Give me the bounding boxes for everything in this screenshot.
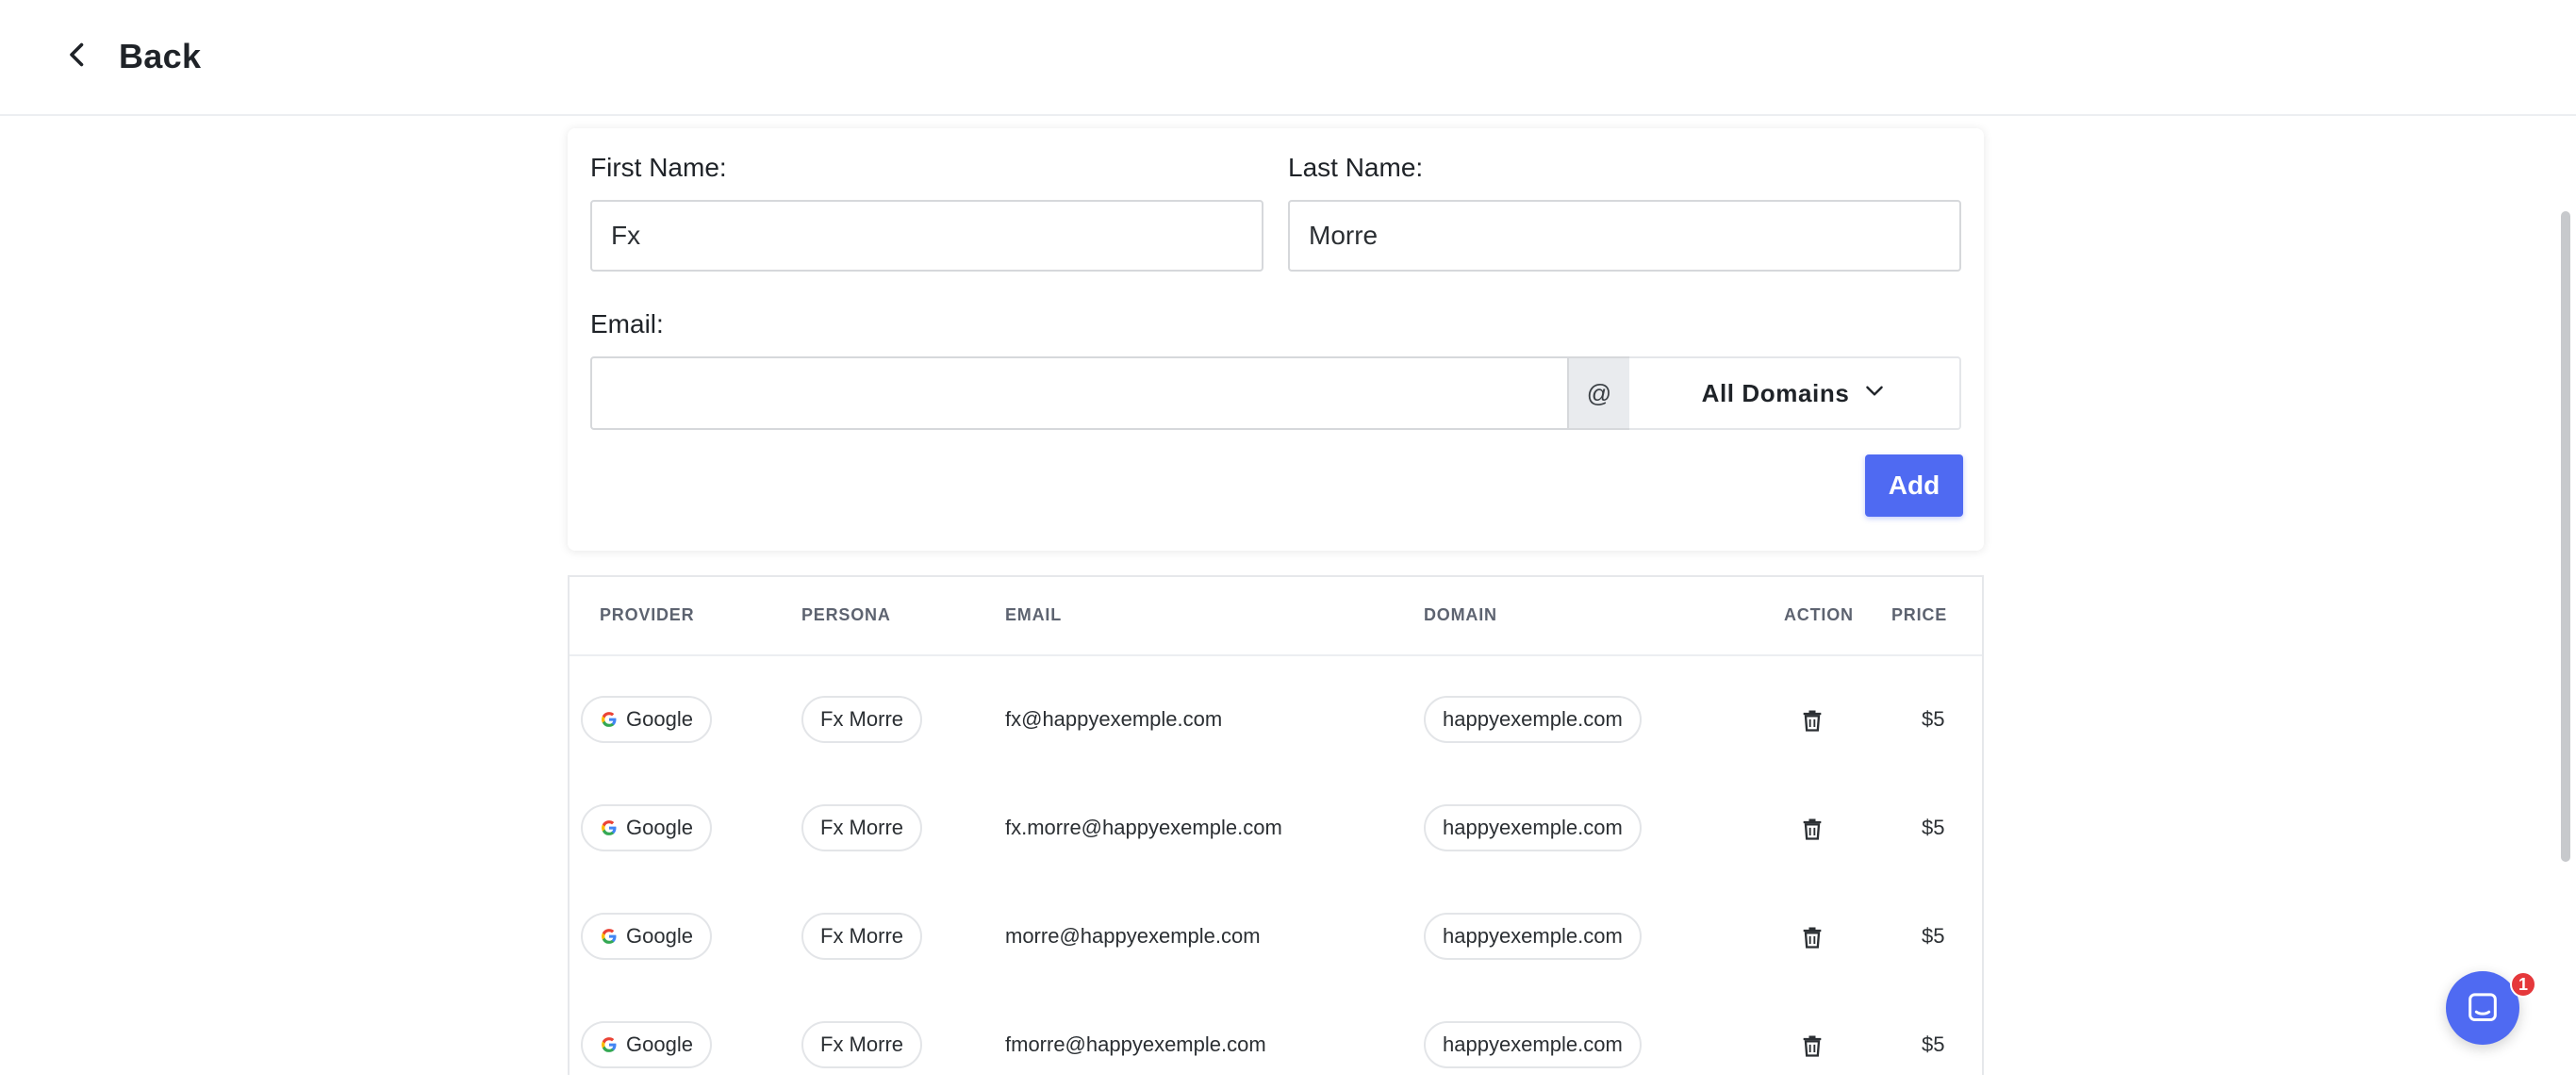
chevron-down-icon — [1849, 378, 1887, 409]
provider-name: Google — [626, 924, 693, 948]
email-local-input[interactable] — [590, 356, 1569, 430]
add-email-form: First Name: Last Name: Email: @ All Doma… — [568, 128, 1984, 551]
persona-name: Fx Morre — [820, 924, 903, 948]
email-table: PROVIDER PERSONA EMAIL DOMAIN ACTION PRI… — [568, 575, 1984, 1075]
persona-pill: Fx Morre — [801, 1021, 922, 1068]
column-header-email: EMAIL — [1005, 605, 1062, 624]
domain-select-value: All Domains — [1701, 378, 1850, 407]
last-name-input[interactable] — [1288, 200, 1961, 272]
column-header-price: PRICE — [1891, 605, 1948, 624]
email-input-group: @ All Domains — [590, 356, 1961, 430]
persona-pill: Fx Morre — [801, 913, 922, 960]
email-cell: fmorre@happyexemple.com — [1005, 1032, 1266, 1056]
column-header-action: ACTION — [1784, 605, 1854, 624]
table-row: Google Fx Morre fx.morre@happyexemple.co… — [570, 765, 1982, 873]
email-label: Email: — [590, 309, 664, 339]
google-icon — [602, 820, 617, 835]
first-name-input[interactable] — [590, 200, 1263, 272]
email-cell: fx.morre@happyexemple.com — [1005, 816, 1282, 839]
top-bar: Back — [0, 0, 2576, 116]
back-button[interactable]: Back — [60, 28, 201, 85]
back-label: Back — [119, 37, 202, 75]
email-cell: fx@happyexemple.com — [1005, 707, 1223, 731]
page-scrollbar[interactable] — [2555, 117, 2576, 1075]
price-cell: $5 — [1922, 1032, 1945, 1056]
trash-icon[interactable] — [1799, 924, 1825, 950]
table-header: PROVIDER PERSONA EMAIL DOMAIN ACTION PRI… — [570, 577, 1982, 656]
chat-notification-badge: 1 — [2510, 971, 2536, 998]
add-button[interactable]: Add — [1865, 454, 1963, 517]
domain-name: happyexemple.com — [1443, 816, 1623, 839]
price-cell: $5 — [1922, 816, 1945, 839]
table-row: Google Fx Morre morre@happyexemple.com h… — [570, 873, 1982, 982]
domain-name: happyexemple.com — [1443, 1032, 1623, 1056]
persona-name: Fx Morre — [820, 1032, 903, 1056]
google-icon — [602, 929, 617, 944]
domain-pill: happyexemple.com — [1424, 913, 1642, 960]
column-header-persona: PERSONA — [801, 605, 891, 624]
price-cell: $5 — [1922, 707, 1945, 731]
persona-name: Fx Morre — [820, 816, 903, 839]
chat-icon — [2469, 993, 2497, 1021]
table-row: Google Fx Morre fmorre@happyexemple.com … — [570, 982, 1982, 1090]
price-cell: $5 — [1922, 924, 1945, 948]
provider-pill: Google — [581, 804, 712, 851]
domain-pill: happyexemple.com — [1424, 1021, 1642, 1068]
provider-pill: Google — [581, 1021, 712, 1068]
trash-icon[interactable] — [1799, 1032, 1825, 1059]
domain-name: happyexemple.com — [1443, 707, 1623, 731]
column-header-provider: PROVIDER — [600, 605, 695, 624]
column-header-domain: DOMAIN — [1424, 605, 1497, 624]
provider-name: Google — [626, 816, 693, 839]
persona-name: Fx Morre — [820, 707, 903, 731]
domain-pill: happyexemple.com — [1424, 804, 1642, 851]
domain-name: happyexemple.com — [1443, 924, 1623, 948]
table-row: Google Fx Morre fx@happyexemple.com happ… — [570, 656, 1982, 765]
provider-name: Google — [626, 707, 693, 731]
google-icon — [602, 1037, 617, 1052]
chevron-left-icon — [60, 38, 94, 76]
persona-pill: Fx Morre — [801, 696, 922, 743]
chat-launcher-button[interactable] — [2446, 971, 2519, 1045]
at-addon: @ — [1569, 356, 1629, 430]
trash-icon[interactable] — [1799, 816, 1825, 842]
google-icon — [602, 712, 617, 727]
provider-pill: Google — [581, 696, 712, 743]
provider-pill: Google — [581, 913, 712, 960]
persona-pill: Fx Morre — [801, 804, 922, 851]
domain-pill: happyexemple.com — [1424, 696, 1642, 743]
trash-icon[interactable] — [1799, 707, 1825, 734]
scrollbar-thumb[interactable] — [2561, 211, 2570, 862]
first-name-label: First Name: — [590, 153, 727, 182]
email-cell: morre@happyexemple.com — [1005, 924, 1261, 948]
domain-select[interactable]: All Domains — [1629, 356, 1961, 430]
last-name-label: Last Name: — [1288, 153, 1424, 182]
provider-name: Google — [626, 1032, 693, 1056]
